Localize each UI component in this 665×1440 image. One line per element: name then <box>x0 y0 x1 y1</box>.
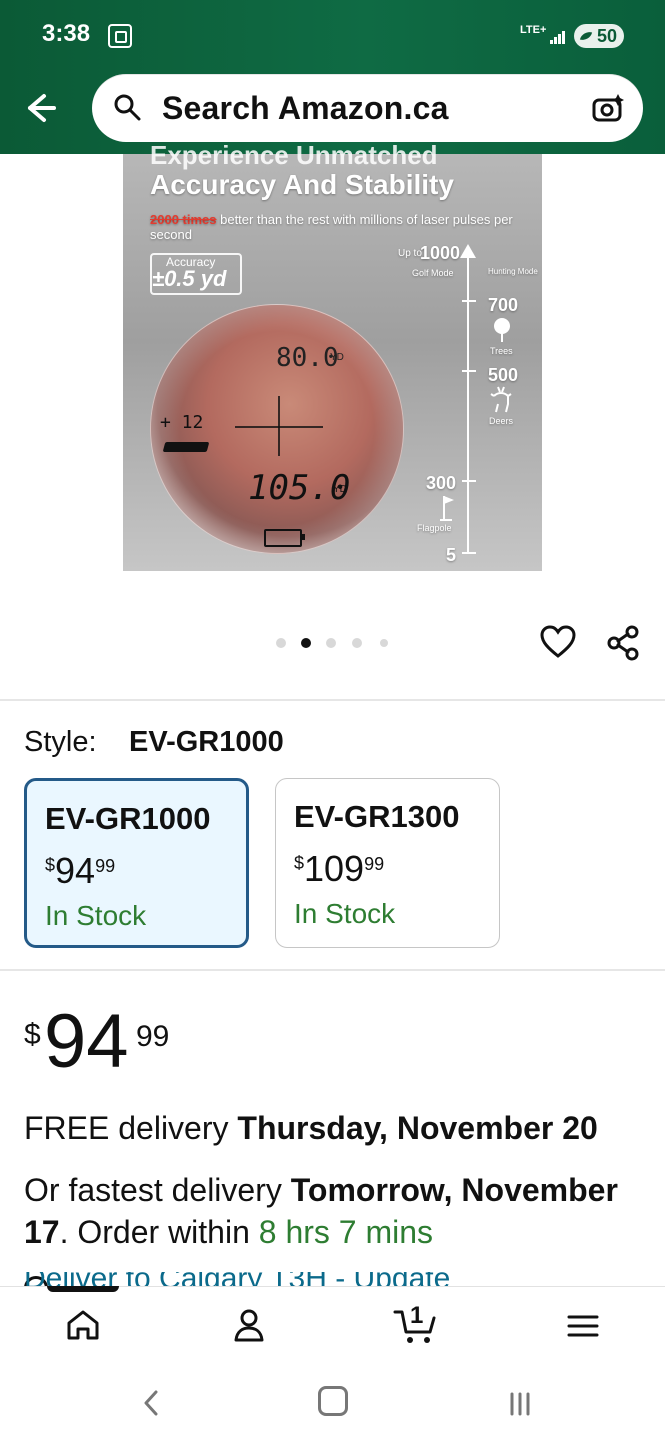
style-option-title: EV-GR1000 <box>45 801 211 836</box>
lcd-top-unit: YD <box>330 352 344 363</box>
price-fraction: 99 <box>364 854 385 874</box>
range-700: 700 <box>488 295 519 315</box>
accuracy-value: ±0.5 yd <box>152 266 227 291</box>
section-divider <box>0 969 665 971</box>
style-option-ev-gr1300[interactable]: EV-GR1300 $10999 In Stock <box>275 778 500 948</box>
range-up-to-value: 1000 <box>420 243 461 263</box>
system-recent-apps-icon[interactable] <box>506 1388 534 1418</box>
stock-status: In Stock <box>294 898 396 929</box>
style-option-title: EV-GR1300 <box>294 799 460 834</box>
flag-icon <box>440 496 454 521</box>
system-home-icon[interactable] <box>318 1386 348 1416</box>
style-selected-value: EV-GR1000 <box>129 726 284 758</box>
product-image-subtitle: 2000 times better than the rest with mil… <box>150 212 530 242</box>
battery-saver-icon <box>579 29 593 43</box>
reticle-vertical <box>278 396 280 456</box>
range-axis <box>467 252 469 554</box>
fastest-delivery-prefix: Or fastest delivery <box>24 1172 291 1208</box>
menu-icon[interactable] <box>563 1308 603 1344</box>
carousel-dot[interactable] <box>276 638 286 648</box>
range-tick <box>462 480 476 482</box>
range-up-to-label: Up to <box>398 248 422 259</box>
deliver-to-text[interactable]: Deliver to Calgary T3H - Update <box>24 1272 450 1286</box>
product-image-title-top: Experience Unmatched <box>150 140 438 170</box>
stock-status: In Stock <box>45 900 147 931</box>
home-icon[interactable] <box>62 1304 104 1346</box>
style-label: Style: <box>24 726 97 758</box>
style-option-price: $10999 <box>294 848 384 890</box>
order-within-text: . Order within <box>59 1213 259 1250</box>
range-5: 5 <box>446 545 457 565</box>
lcd-left-readout: + 12 <box>160 412 204 433</box>
deer-icon <box>490 386 512 413</box>
battery-percent: 50 <box>596 25 618 46</box>
style-option-ev-gr1000[interactable]: EV-GR1000 $9499 In Stock <box>24 778 249 948</box>
share-icon[interactable] <box>602 622 644 664</box>
price-currency: $ <box>45 855 56 875</box>
carousel-dot[interactable] <box>352 638 362 648</box>
price-currency: $ <box>24 1018 41 1051</box>
order-within-countdown: 8 hrs 7 mins <box>258 1213 434 1250</box>
battery-indicator: 50 <box>574 24 624 48</box>
delivery-prefix: FREE delivery <box>24 1110 238 1146</box>
price-currency: $ <box>294 853 305 873</box>
carousel-dot[interactable] <box>326 638 336 648</box>
range-tick <box>462 300 476 302</box>
price-main: 94 <box>44 999 129 1084</box>
camera-search-icon[interactable] <box>590 90 626 126</box>
range-300: 300 <box>426 473 457 493</box>
lcd-battery-icon <box>264 529 305 547</box>
search-input[interactable]: Search Amazon.ca <box>162 90 449 127</box>
range-500: 500 <box>488 365 519 385</box>
carousel-dot-active[interactable] <box>301 638 311 648</box>
delivery-date: Thursday, November 20 <box>237 1110 598 1146</box>
price-fraction: 99 <box>95 856 116 876</box>
golf-mode-label: Golf Mode <box>412 268 454 278</box>
price-fraction: 99 <box>136 1020 170 1053</box>
network-indicator: LTE+ <box>520 24 547 36</box>
screen-record-icon <box>108 24 132 48</box>
price-main: 109 <box>304 848 365 889</box>
account-icon[interactable] <box>228 1304 270 1346</box>
trees-label: Trees <box>490 346 513 356</box>
status-time: 3:38 <box>42 20 91 47</box>
product-image-subtitle-highlight: 2000 times <box>150 212 217 227</box>
product-image-title: Accuracy And Stability <box>150 169 454 200</box>
heart-icon[interactable] <box>538 622 578 662</box>
back-arrow-icon[interactable] <box>18 88 58 128</box>
deliver-to-link[interactable]: Deliver to Calgary T3H - Update <box>24 1272 644 1286</box>
system-back-icon[interactable] <box>138 1388 164 1418</box>
price-main: 94 <box>55 850 96 891</box>
search-icon <box>114 94 141 121</box>
fastest-delivery-info: Or fastest delivery Tomorrow, November 1… <box>24 1170 654 1253</box>
flagpole-label: Flagpole <box>417 523 452 533</box>
tree-icon <box>494 318 510 342</box>
hunting-mode-label: Hunting Mode <box>488 267 538 276</box>
gun-icon <box>162 442 210 452</box>
range-tick <box>462 370 476 372</box>
signal-icon <box>550 28 566 44</box>
carousel-dot[interactable] <box>380 639 388 647</box>
deers-label: Deers <box>489 416 514 426</box>
active-tab-indicator <box>47 1286 119 1292</box>
range-tick <box>462 552 476 554</box>
lcd-bottom-unit: YD <box>333 484 347 495</box>
section-divider <box>0 699 665 701</box>
delivery-info: FREE delivery Thursday, November 20 <box>24 1110 598 1147</box>
cart-count: 1 <box>410 1302 424 1329</box>
style-option-price: $9499 <box>45 850 115 892</box>
